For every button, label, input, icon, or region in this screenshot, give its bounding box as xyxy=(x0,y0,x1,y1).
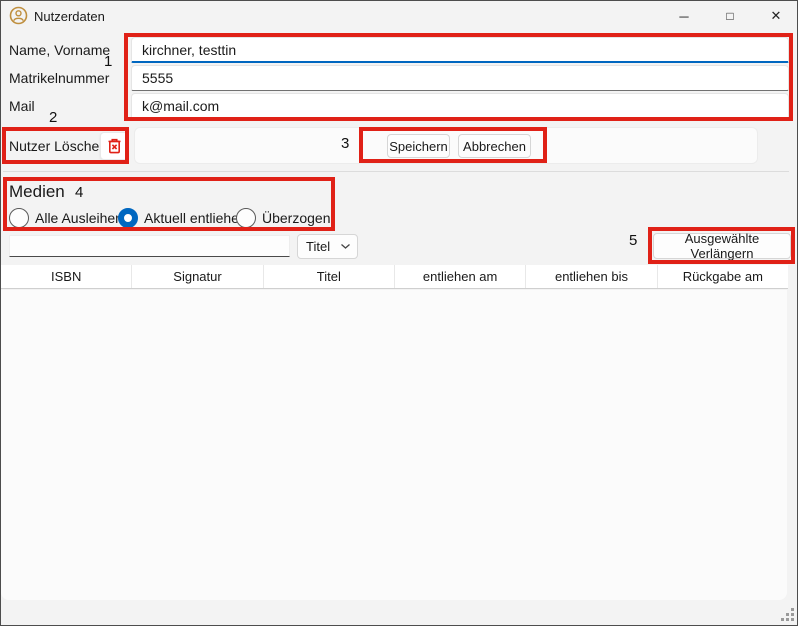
mail-label: Mail xyxy=(9,98,35,114)
filter-dropdown[interactable]: Titel xyxy=(297,234,358,259)
column-header-signatur[interactable]: Signatur xyxy=(132,265,263,288)
annotation-number-3: 3 xyxy=(341,135,349,152)
user-icon xyxy=(9,6,28,25)
nutzerdaten-window: Nutzerdaten ─ □ ✕ Name, Vorname Matrikel… xyxy=(0,0,798,626)
annotation-box-1 xyxy=(124,33,793,121)
resize-grip[interactable] xyxy=(779,606,794,621)
column-header-rueckgabe-am[interactable]: Rückgabe am xyxy=(658,265,788,288)
section-divider xyxy=(3,171,789,172)
window-title: Nutzerdaten xyxy=(34,9,105,24)
name-label: Name, Vorname xyxy=(9,42,110,58)
annotation-box-3 xyxy=(359,127,547,163)
annotation-number-4: 4 xyxy=(75,184,83,201)
column-header-isbn[interactable]: ISBN xyxy=(1,265,132,288)
annotation-number-5: 5 xyxy=(629,232,637,249)
chevron-down-icon xyxy=(340,243,351,250)
media-table-header: ISBN Signatur Titel entliehen am entlieh… xyxy=(1,265,788,289)
column-header-entliehen-bis[interactable]: entliehen bis xyxy=(526,265,657,288)
minimize-button[interactable]: ─ xyxy=(661,1,707,31)
matrikelnummer-label: Matrikelnummer xyxy=(9,70,109,86)
annotation-box-4 xyxy=(3,177,335,231)
title-bar: Nutzerdaten ─ □ ✕ xyxy=(1,1,797,31)
column-header-titel[interactable]: Titel xyxy=(264,265,395,288)
annotation-number-1: 1 xyxy=(104,53,112,70)
column-header-entliehen-am[interactable]: entliehen am xyxy=(395,265,526,288)
media-search-input[interactable] xyxy=(9,235,290,257)
annotation-box-2 xyxy=(2,127,129,164)
filter-dropdown-value: Titel xyxy=(306,239,330,254)
maximize-button[interactable]: □ xyxy=(707,1,753,31)
annotation-box-5 xyxy=(648,227,795,264)
annotation-number-2: 2 xyxy=(49,109,57,126)
close-button[interactable]: ✕ xyxy=(753,1,798,31)
media-table-body xyxy=(1,290,787,600)
